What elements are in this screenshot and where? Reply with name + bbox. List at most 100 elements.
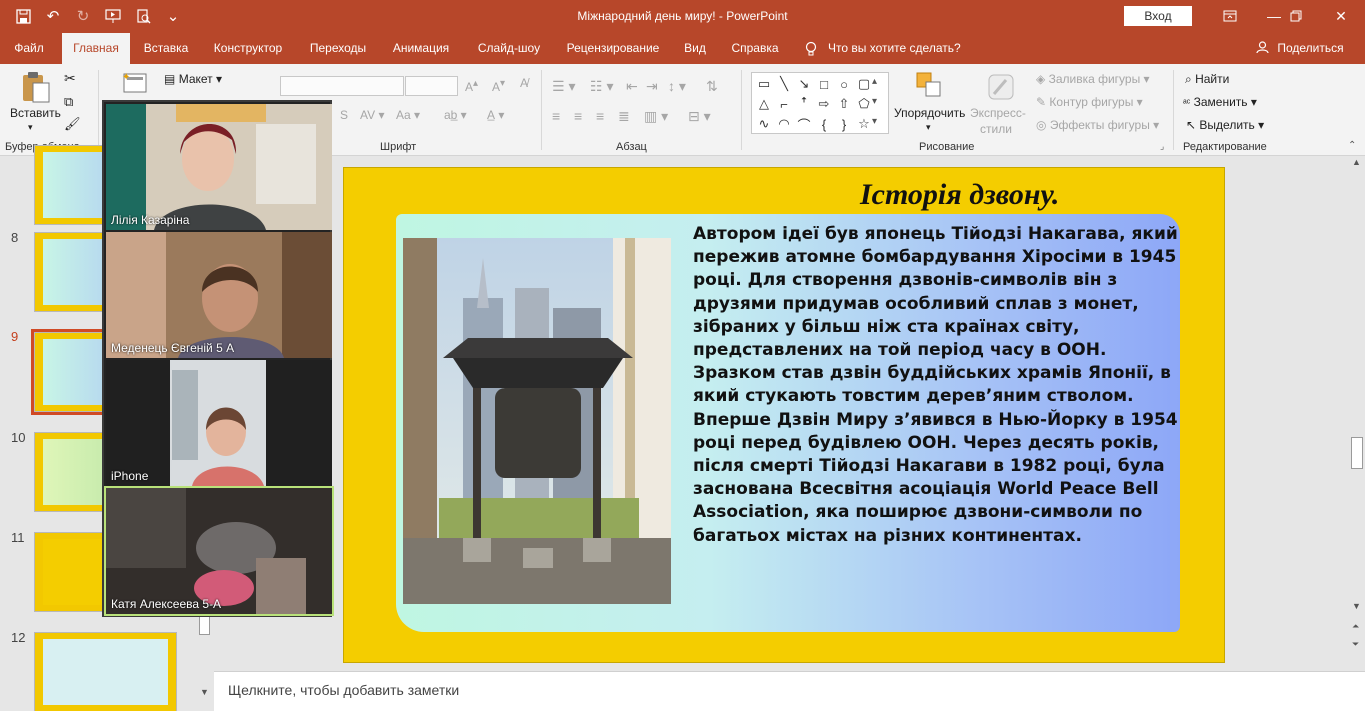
numbering-icon[interactable]: ☷ ▾ — [590, 78, 613, 95]
tab-transitions[interactable]: Переходы — [302, 33, 374, 64]
rounded-rect-shape-icon[interactable]: ▢ — [854, 74, 874, 94]
arrow-line-shape-icon[interactable]: ↘ — [794, 74, 814, 94]
notes-placeholder[interactable]: Щелкните, чтобы добавить заметки — [228, 682, 459, 698]
sign-in-button[interactable]: Вход — [1124, 6, 1192, 26]
quick-styles-button[interactable]: Экспресс- — [970, 106, 1026, 120]
share-button[interactable]: Поделиться — [1256, 33, 1344, 64]
font-name-combo[interactable] — [280, 76, 404, 96]
video-participants-panel: Лілія Казаріна Меденець Євгеній 5 А iPho… — [102, 100, 334, 617]
tab-review[interactable]: Рецензирование — [560, 33, 666, 64]
tab-animations[interactable]: Анимация — [386, 33, 456, 64]
scroll-up-icon[interactable]: ▲ — [1352, 157, 1361, 167]
highlight-icon[interactable]: ab̲ ▾ — [444, 108, 467, 122]
quick-styles-icon[interactable] — [986, 72, 1016, 105]
select-button[interactable]: ↖ Выделить ▾ — [1186, 118, 1264, 132]
slide-title[interactable]: Історія дзвону. — [860, 178, 1059, 212]
flowchart-shape-icon[interactable]: ⬠ — [854, 94, 874, 114]
up-arrow-shape-icon[interactable]: ⇧ — [834, 94, 854, 114]
oval-shape-icon[interactable]: ○ — [834, 74, 854, 94]
slide-body-text[interactable]: Автором ідеї був японець Тійодзі Накагав… — [693, 223, 1183, 548]
paste-icon[interactable] — [20, 70, 52, 107]
star-shape-icon[interactable]: ☆ — [854, 114, 874, 134]
tab-help[interactable]: Справка — [724, 33, 786, 64]
close-icon[interactable]: ✕ — [1321, 4, 1361, 28]
right-arrow-shape-icon[interactable]: ⇨ — [814, 94, 834, 114]
elbow-connector-icon[interactable]: ⌐ — [774, 94, 794, 114]
layout-button[interactable]: ▤ Макет ▾ — [164, 72, 222, 86]
peace-bell-photo[interactable] — [403, 238, 671, 604]
scroll-down-icon[interactable]: ▼ — [200, 687, 209, 697]
new-slide-icon[interactable]: ✦ — [122, 70, 150, 97]
curve-shape-icon[interactable]: ∿ — [754, 114, 774, 134]
font-color-icon[interactable]: A̲ ▾ — [487, 108, 504, 122]
textbox-shape-icon[interactable]: ▭ — [754, 74, 774, 94]
character-spacing-icon[interactable]: AV ▾ — [360, 108, 384, 122]
slide-thumbnail[interactable] — [34, 632, 177, 711]
bullets-icon[interactable]: ☰ ▾ — [552, 78, 575, 95]
triangle-shape-icon[interactable]: △ — [754, 94, 774, 114]
change-case-icon[interactable]: Aa ▾ — [396, 108, 420, 122]
shape-effects-button[interactable]: ◎ Эффекты фигуры ▾ — [1036, 118, 1159, 132]
arrange-dropdown-icon[interactable]: ▾ — [926, 122, 931, 133]
notes-pane[interactable]: Щелкните, чтобы добавить заметки — [214, 671, 1365, 711]
scroll-down-icon[interactable]: ▼ — [1352, 601, 1361, 611]
align-left-icon[interactable]: ≡ — [552, 108, 560, 124]
align-right-icon[interactable]: ≡ — [596, 108, 604, 124]
format-painter-icon[interactable]: 🖌 — [64, 116, 81, 132]
freeform-shape-icon[interactable]: ⌒ — [794, 114, 814, 134]
shape-fill-button[interactable]: ◈ Заливка фигуры ▾ — [1036, 72, 1150, 86]
tab-home[interactable]: Главная — [62, 33, 130, 64]
shape-outline-button[interactable]: ✎ Контур фигуры ▾ — [1036, 95, 1143, 109]
find-button[interactable]: ⌕ Найти — [1185, 72, 1229, 87]
next-slide-icon[interactable]: ⏷ — [1352, 639, 1359, 650]
drawing-dialog-launcher-icon[interactable]: ⌟ — [1160, 141, 1164, 152]
collapse-ribbon-icon[interactable]: ⌃ — [1348, 140, 1356, 151]
align-text-icon[interactable]: ⊟ ▾ — [688, 108, 711, 125]
tab-insert[interactable]: Вставка — [138, 33, 194, 64]
decrease-font-icon[interactable]: A▾ — [492, 78, 505, 94]
participant-tile[interactable]: iPhone — [106, 360, 332, 486]
increase-indent-icon[interactable]: ⇥ — [646, 78, 658, 95]
arrange-icon[interactable] — [914, 70, 944, 103]
participant-tile[interactable]: Меденець Євгеній 5 А — [106, 232, 332, 358]
previous-slide-icon[interactable]: ⏶ — [1352, 621, 1359, 632]
slide-canvas[interactable]: Історія дзвону. Автором ідеї був японець… — [343, 167, 1225, 663]
cut-icon[interactable]: ✂ — [64, 70, 76, 87]
arc-shape-icon[interactable]: ◠ — [774, 114, 794, 134]
tab-file[interactable]: Файл — [6, 33, 52, 64]
justify-icon[interactable]: ≣ — [618, 108, 630, 125]
paste-button[interactable]: Вставить — [10, 106, 61, 120]
shapes-gallery[interactable]: ▭ ╲ ↘ □ ○ ▢ △ ⌐ ꜛ ⇨ ⇧ ⬠ ∿ ◠ ⌒ { } ☆ — [751, 72, 889, 134]
font-size-combo[interactable] — [405, 76, 458, 96]
clear-formatting-icon[interactable]: A̸ — [520, 76, 528, 90]
gallery-scroll-icons[interactable]: ▴ ▾ ▾ — [872, 72, 877, 132]
text-direction-icon[interactable]: ⇅ — [706, 78, 718, 95]
editor-scrollbar[interactable]: ▲ ▼ ⏶ ⏷ — [1349, 157, 1365, 671]
tab-view[interactable]: Вид — [678, 33, 712, 64]
columns-icon[interactable]: ▥ ▾ — [644, 108, 668, 125]
participant-tile[interactable]: Лілія Казаріна — [106, 104, 332, 230]
align-center-icon[interactable]: ≡ — [574, 108, 582, 124]
restore-icon[interactable] — [1276, 4, 1316, 28]
separator — [1173, 70, 1174, 150]
curved-connector-icon[interactable]: ꜛ — [794, 94, 814, 114]
copy-icon[interactable]: ⧉ — [64, 94, 73, 110]
participant-tile-active[interactable]: Катя Алексеева 5-А — [104, 486, 334, 616]
tab-slideshow[interactable]: Слайд-шоу — [470, 33, 548, 64]
left-brace-shape-icon[interactable]: { — [814, 114, 834, 134]
text-shadow-icon[interactable]: S — [340, 108, 348, 122]
ribbon-display-options-icon[interactable] — [1210, 4, 1250, 28]
arrange-button[interactable]: Упорядочить — [894, 106, 965, 120]
line-shape-icon[interactable]: ╲ — [774, 74, 794, 94]
quick-styles-button-line2[interactable]: стили — [980, 122, 1012, 136]
line-spacing-icon[interactable]: ↕ ▾ — [668, 78, 686, 95]
tell-me-search[interactable]: Что вы хотите сделать? — [828, 33, 968, 64]
decrease-indent-icon[interactable]: ⇤ — [626, 78, 638, 95]
increase-font-icon[interactable]: A▴ — [465, 78, 478, 94]
scrollbar-thumb[interactable] — [1351, 437, 1363, 469]
replace-button[interactable]: ᵃᶜ Заменить ▾ — [1183, 95, 1257, 109]
paste-dropdown-icon[interactable]: ▾ — [28, 122, 33, 133]
tab-design[interactable]: Конструктор — [208, 33, 288, 64]
rectangle-shape-icon[interactable]: □ — [814, 74, 834, 94]
right-brace-shape-icon[interactable]: } — [834, 114, 854, 134]
